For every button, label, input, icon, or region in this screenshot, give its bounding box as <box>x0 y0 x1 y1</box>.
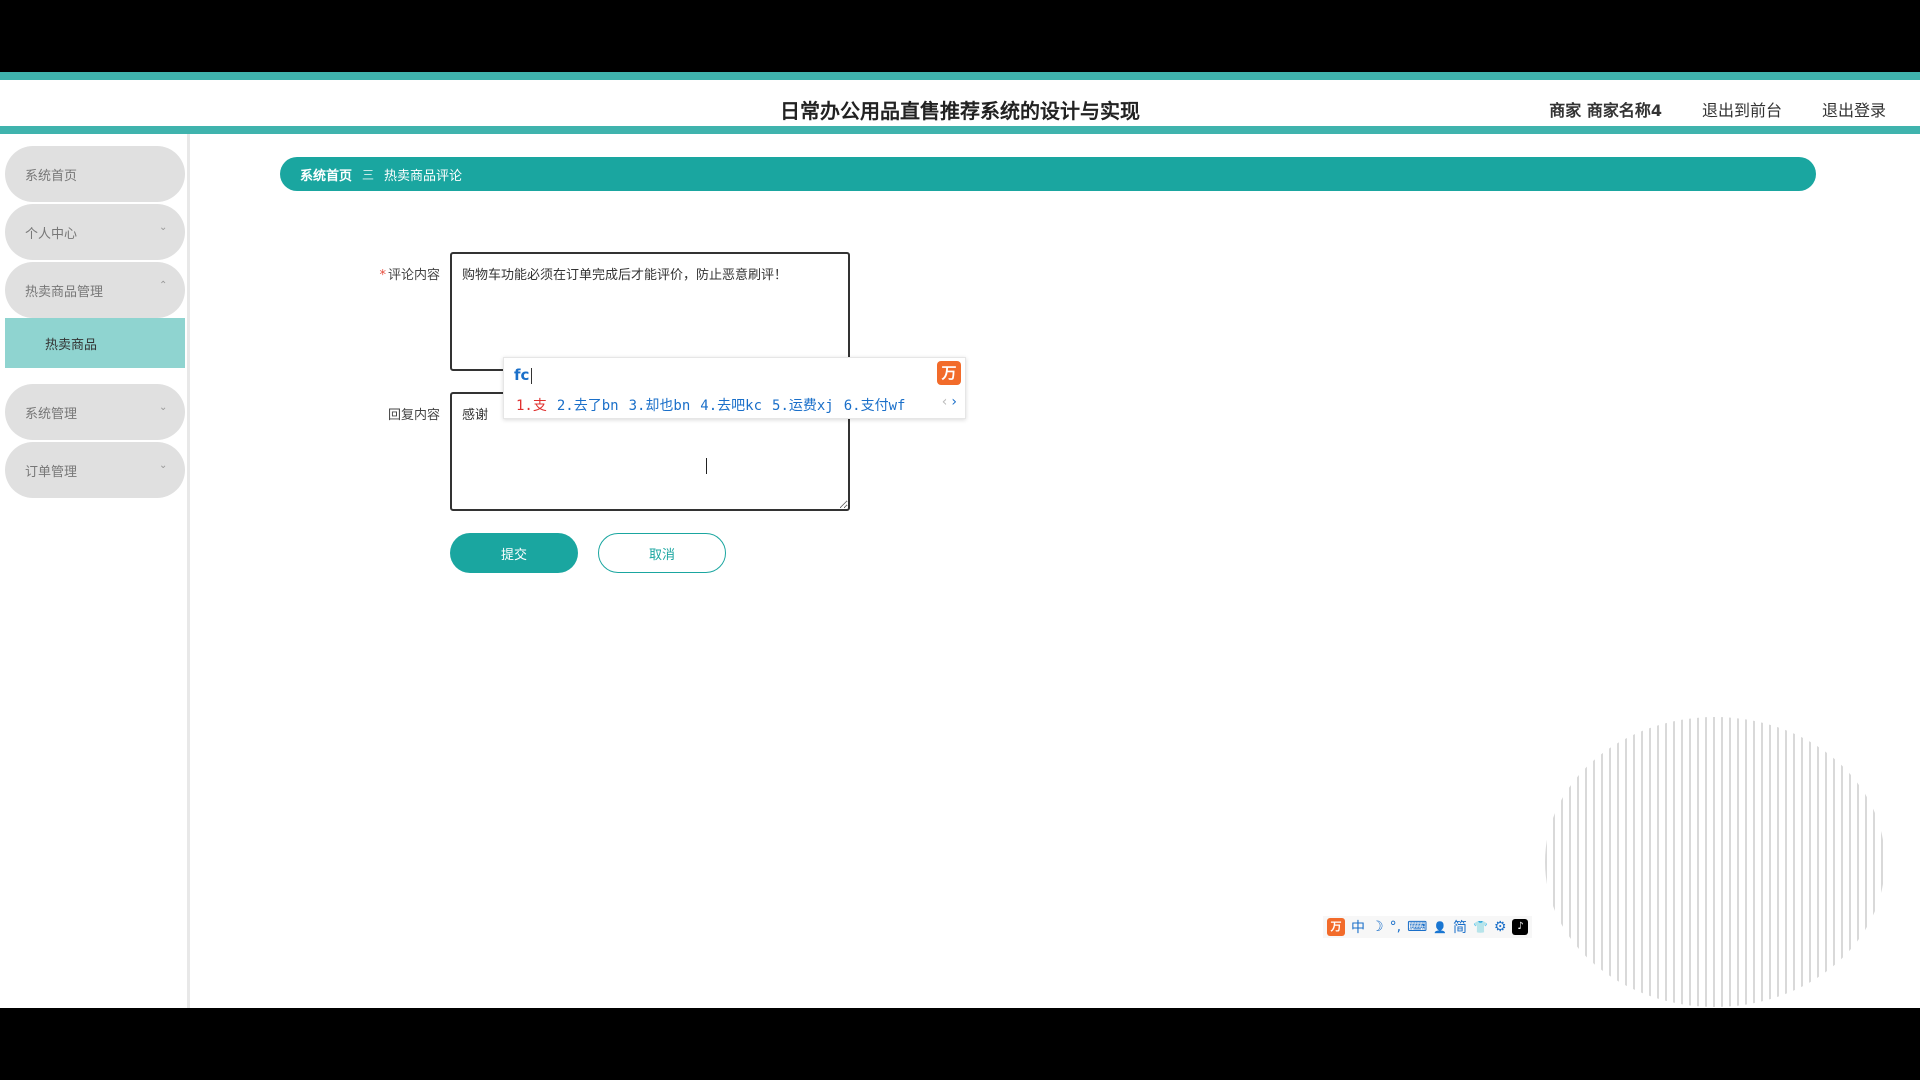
settings-icon[interactable]: ⚙ <box>1494 919 1507 935</box>
ime-candidate[interactable]: 1.支 <box>516 395 547 415</box>
required-mark: * <box>379 268 386 283</box>
ime-page-nav: ‹ › <box>942 394 957 410</box>
user-role-name: 商家 商家名称4 <box>1549 101 1662 120</box>
tiktok-icon[interactable]: ♪ <box>1512 919 1529 935</box>
sidebar: 系统首页 个人中心 ⌄ 热卖商品管理 ⌃ 热卖商品 系统管理 ⌄ 订单管理 ⌄ <box>0 134 190 1008</box>
sidebar-item-label: 系统管理 <box>25 406 78 422</box>
chevron-down-icon: ⌄ <box>159 222 168 233</box>
keyboard-icon[interactable]: ⌨ <box>1407 919 1427 935</box>
sidebar-item-label: 热卖商品管理 <box>25 284 104 300</box>
chevron-left-icon[interactable]: ‹ <box>942 394 948 410</box>
cancel-button[interactable]: 取消 <box>598 533 726 573</box>
breadcrumb-home[interactable]: 系统首页 <box>300 165 352 184</box>
reply-label-text: 回复内容 <box>387 408 440 423</box>
simplified-icon[interactable]: 简 <box>1453 917 1467 937</box>
ime-candidate[interactable]: 5.运费xj <box>772 395 834 415</box>
sidebar-item-system-manage[interactable]: 系统管理 ⌄ <box>5 384 185 440</box>
sidebar-item-hot-goods-manage[interactable]: 热卖商品管理 ⌃ <box>5 262 185 318</box>
breadcrumb-separator: 三 <box>362 167 375 182</box>
sidebar-item-label: 订单管理 <box>25 464 78 480</box>
chevron-down-icon: ⌄ <box>159 460 168 471</box>
back-to-front-link[interactable]: 退出到前台 <box>1702 97 1782 121</box>
logout-link[interactable]: 退出登录 <box>1822 97 1886 121</box>
decorative-striped-circle <box>1545 717 1885 1007</box>
chevron-right-icon[interactable]: › <box>951 394 957 410</box>
ime-candidate[interactable]: 6.支付wf <box>844 395 906 415</box>
sidebar-item-label: 个人中心 <box>25 226 78 242</box>
top-header: 日常办公用品直售推荐系统的设计与实现 商家 商家名称4 退出到前台 退出登录 <box>0 72 1920 134</box>
comment-label-text: 评论内容 <box>387 268 440 283</box>
user-icon[interactable]: 👤 <box>1433 921 1447 934</box>
sidebar-item-home[interactable]: 系统首页 <box>5 146 185 202</box>
submit-button[interactable]: 提交 <box>450 533 578 573</box>
breadcrumb: 系统首页 三 热卖商品评论 <box>280 157 1816 191</box>
ime-toolbar: 万 中 ☽ °, ⌨ 👤 简 👕 ⚙ ♪ <box>1323 916 1533 938</box>
sogou-logo-icon[interactable]: 万 <box>1327 918 1345 936</box>
sidebar-item-personal-center[interactable]: 个人中心 ⌄ <box>5 204 185 260</box>
ime-candidate[interactable]: 2.去了bn <box>557 395 619 415</box>
sogou-logo-icon[interactable]: 万 <box>937 361 961 385</box>
comment-textarea[interactable] <box>450 252 850 371</box>
sidebar-item-label: 系统首页 <box>25 168 78 184</box>
chinese-mode-icon[interactable]: 中 <box>1351 917 1365 937</box>
chevron-up-icon: ⌃ <box>159 280 168 291</box>
sidebar-subitem-label: 热卖商品 <box>45 337 98 353</box>
ime-candidate[interactable]: 3.却也bn <box>629 395 691 415</box>
comment-label: * 评论内容 <box>340 264 440 283</box>
sidebar-item-order-manage[interactable]: 订单管理 ⌄ <box>5 442 185 498</box>
ime-candidate-popup: fc 万 1.支 2.去了bn 3.却也bn 4.去吧kc 5.运费xj 6.支… <box>503 357 966 419</box>
moon-icon[interactable]: ☽ <box>1371 919 1384 935</box>
text-cursor-icon <box>706 458 709 474</box>
breadcrumb-current: 热卖商品评论 <box>384 168 463 184</box>
sidebar-subitem-hot-goods[interactable]: 热卖商品 <box>5 318 185 368</box>
reply-label: 回复内容 <box>340 404 440 423</box>
ime-candidate[interactable]: 4.去吧kc <box>700 395 762 415</box>
app-window: 日常办公用品直售推荐系统的设计与实现 商家 商家名称4 退出到前台 退出登录 系… <box>0 72 1920 1008</box>
ime-code: fc <box>514 366 532 384</box>
ime-candidates: 1.支 2.去了bn 3.却也bn 4.去吧kc 5.运费xj 6.支付wf <box>516 395 905 415</box>
chevron-down-icon: ⌄ <box>159 402 168 413</box>
top-nav: 商家 商家名称4 退出到前台 退出登录 <box>1549 97 1886 121</box>
punctuation-icon[interactable]: °, <box>1390 919 1401 935</box>
skin-icon[interactable]: 👕 <box>1473 920 1488 934</box>
